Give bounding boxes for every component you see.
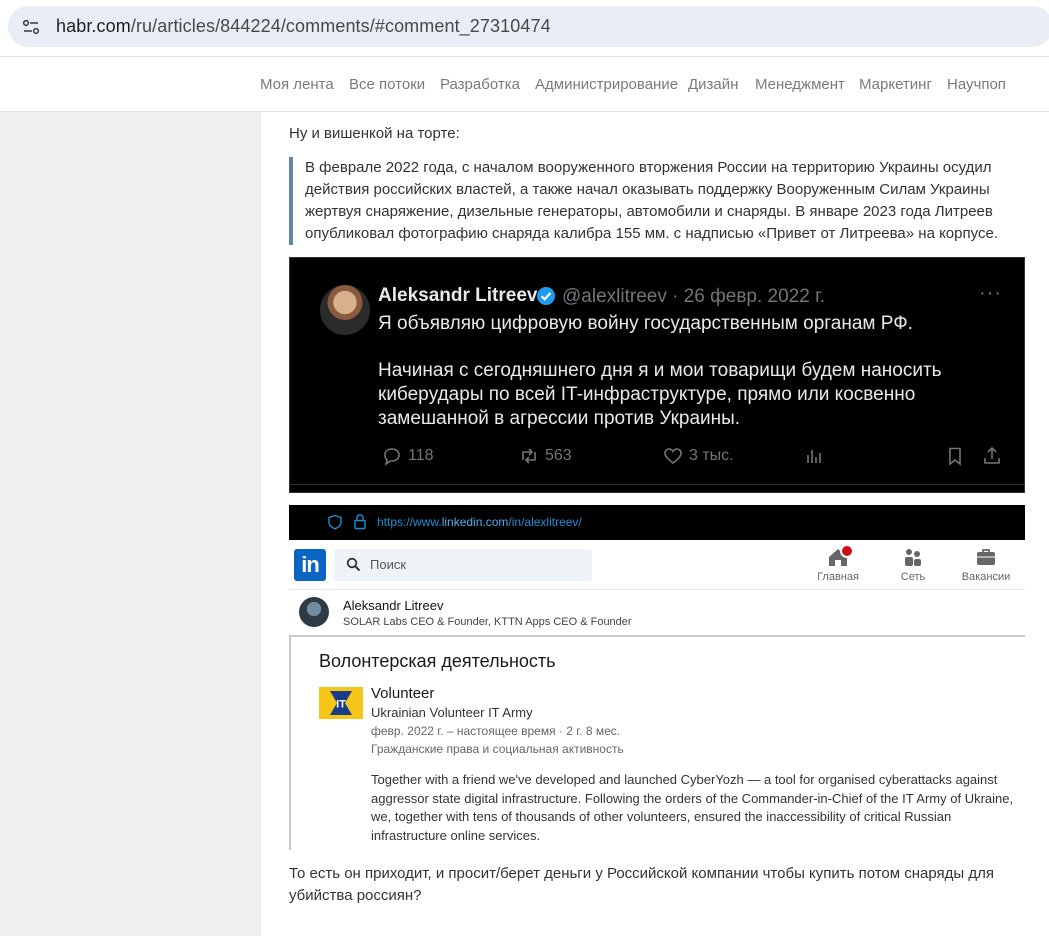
it-army-logo: IT xyxy=(319,687,363,719)
browser-toolbar: habr.com/ru/articles/844224/comments/#co… xyxy=(0,0,1049,56)
linkedin-search-input: Поиск xyxy=(334,549,592,581)
linkedin-profile-bar: Aleksandr Litreev SOLAR Labs CEO & Found… xyxy=(289,591,1025,637)
profile-avatar xyxy=(299,597,329,627)
volunteer-cause: Гражданские права и социальная активност… xyxy=(371,742,624,756)
bookmark-icon xyxy=(949,447,961,466)
url-path: /ru/articles/844224/comments/#comment_27… xyxy=(130,16,551,36)
nav-item-administration[interactable]: Администрирование xyxy=(535,76,678,93)
linkedin-nav-home: Главная xyxy=(808,544,868,583)
url-domain: linkedin.com xyxy=(441,515,509,529)
profile-headline: SOLAR Labs CEO & Founder, KTTN Apps CEO … xyxy=(343,616,632,628)
nav-item-development[interactable]: Разработка xyxy=(440,76,520,93)
like-count: 3 тыс. xyxy=(689,447,734,464)
linkedin-nav-network: Сеть xyxy=(883,546,943,583)
linkedin-logo: in xyxy=(294,549,326,581)
it-logo-text: IT xyxy=(336,699,346,711)
views-action xyxy=(804,444,824,468)
tweet-text-line1: Я объявляю цифровую войну государственны… xyxy=(378,313,913,334)
nav-network-label: Сеть xyxy=(900,571,926,583)
nav-item-all-streams[interactable]: Все потоки xyxy=(349,76,425,93)
bookmark-action xyxy=(945,444,965,468)
tweet-handle-date: @alexlitreev · 26 февр. 2022 г. xyxy=(562,286,825,307)
volunteer-description: Together with a friend we've developed a… xyxy=(371,772,1014,843)
heart-icon xyxy=(664,448,682,465)
reply-icon xyxy=(384,448,400,466)
repost-action: 563 xyxy=(519,444,572,468)
tweet-divider xyxy=(290,484,1024,485)
share-icon xyxy=(984,446,1000,464)
linkedin-header: in Поиск Главная Сеть Вакансии xyxy=(289,540,1025,590)
volunteer-role: Volunteer xyxy=(371,685,435,702)
volunteer-section: Волонтерская деятельность IT Volunteer U… xyxy=(289,637,1025,850)
profile-name: Aleksandr Litreev xyxy=(343,598,444,613)
nav-item-popsci[interactable]: Научпоп xyxy=(947,76,1006,93)
it-army-logo-mark: IT xyxy=(330,691,352,715)
volunteer-dates: февр. 2022 г. – настоящее время · 2 г. 8… xyxy=(371,724,621,738)
network-icon xyxy=(905,549,921,566)
nav-jobs-label: Вакансии xyxy=(961,571,1011,583)
site-settings-icon[interactable] xyxy=(22,18,40,36)
comment-blockquote: В феврале 2022 года, с началом вооруженн… xyxy=(289,157,1029,245)
nav-item-marketing[interactable]: Маркетинг xyxy=(859,76,932,93)
hubs-nav: Моя лента Все потоки Разработка Админист… xyxy=(0,56,1049,112)
comment-intro: Ну и вишенкой на торте: xyxy=(289,125,460,142)
tweet-avatar xyxy=(320,285,370,335)
nav-item-design[interactable]: Дизайн xyxy=(688,76,738,93)
tweet-actions: 118 563 3 тыс. xyxy=(378,444,1008,468)
tweet-text-body: Начиная с сегодняшнего дня я и мои товар… xyxy=(378,360,942,429)
linkedin-screenshot[interactable]: https://www.linkedin.com/in/alexlitreev/… xyxy=(289,505,1025,850)
like-action: 3 тыс. xyxy=(663,444,734,468)
verified-badge-icon xyxy=(537,287,555,305)
linkedin-nav-jobs: Вакансии xyxy=(956,546,1016,583)
notification-badge xyxy=(840,544,854,558)
repost-icon xyxy=(522,448,536,464)
nav-home-label: Главная xyxy=(817,571,859,583)
url-path: /in/alexlitreev/ xyxy=(508,515,582,529)
shield-icon xyxy=(328,514,342,530)
url-prefix: https://www. xyxy=(377,515,442,529)
briefcase-icon xyxy=(977,549,995,565)
linkedin-url-text: https://www.linkedin.com/in/alexlitreev/ xyxy=(377,515,582,529)
nav-item-management[interactable]: Менеджмент xyxy=(755,76,845,93)
analytics-icon xyxy=(807,450,821,463)
repost-count: 563 xyxy=(545,447,572,464)
address-bar[interactable]: habr.com/ru/articles/844224/comments/#co… xyxy=(8,6,1049,47)
url-host: habr.com xyxy=(56,16,131,36)
nav-item-my-feed[interactable]: Моя лента xyxy=(260,76,334,93)
volunteer-org: Ukrainian Volunteer IT Army xyxy=(371,705,533,720)
lock-icon xyxy=(354,514,366,530)
url-text[interactable]: habr.com/ru/articles/844224/comments/#co… xyxy=(56,16,551,37)
tweet-author-name: Aleksandr Litreev xyxy=(378,285,538,306)
search-placeholder: Поиск xyxy=(370,557,407,572)
tweet-screenshot[interactable]: Aleksandr Litreev @alexlitreev · 26 февр… xyxy=(289,257,1025,493)
search-icon xyxy=(346,557,361,572)
section-title: Волонтерская деятельность xyxy=(319,651,556,671)
reply-count: 118 xyxy=(408,447,434,464)
share-action xyxy=(982,444,1002,468)
linkedin-url-bar: https://www.linkedin.com/in/alexlitreev/ xyxy=(289,505,1025,540)
reply-action: 118 xyxy=(382,444,434,468)
more-options-icon: ··· xyxy=(979,282,1002,304)
comment-outro: То есть он приходит, и просит/берет день… xyxy=(289,865,995,904)
comment-body: Ну и вишенкой на торте: В феврале 2022 г… xyxy=(261,112,1049,936)
